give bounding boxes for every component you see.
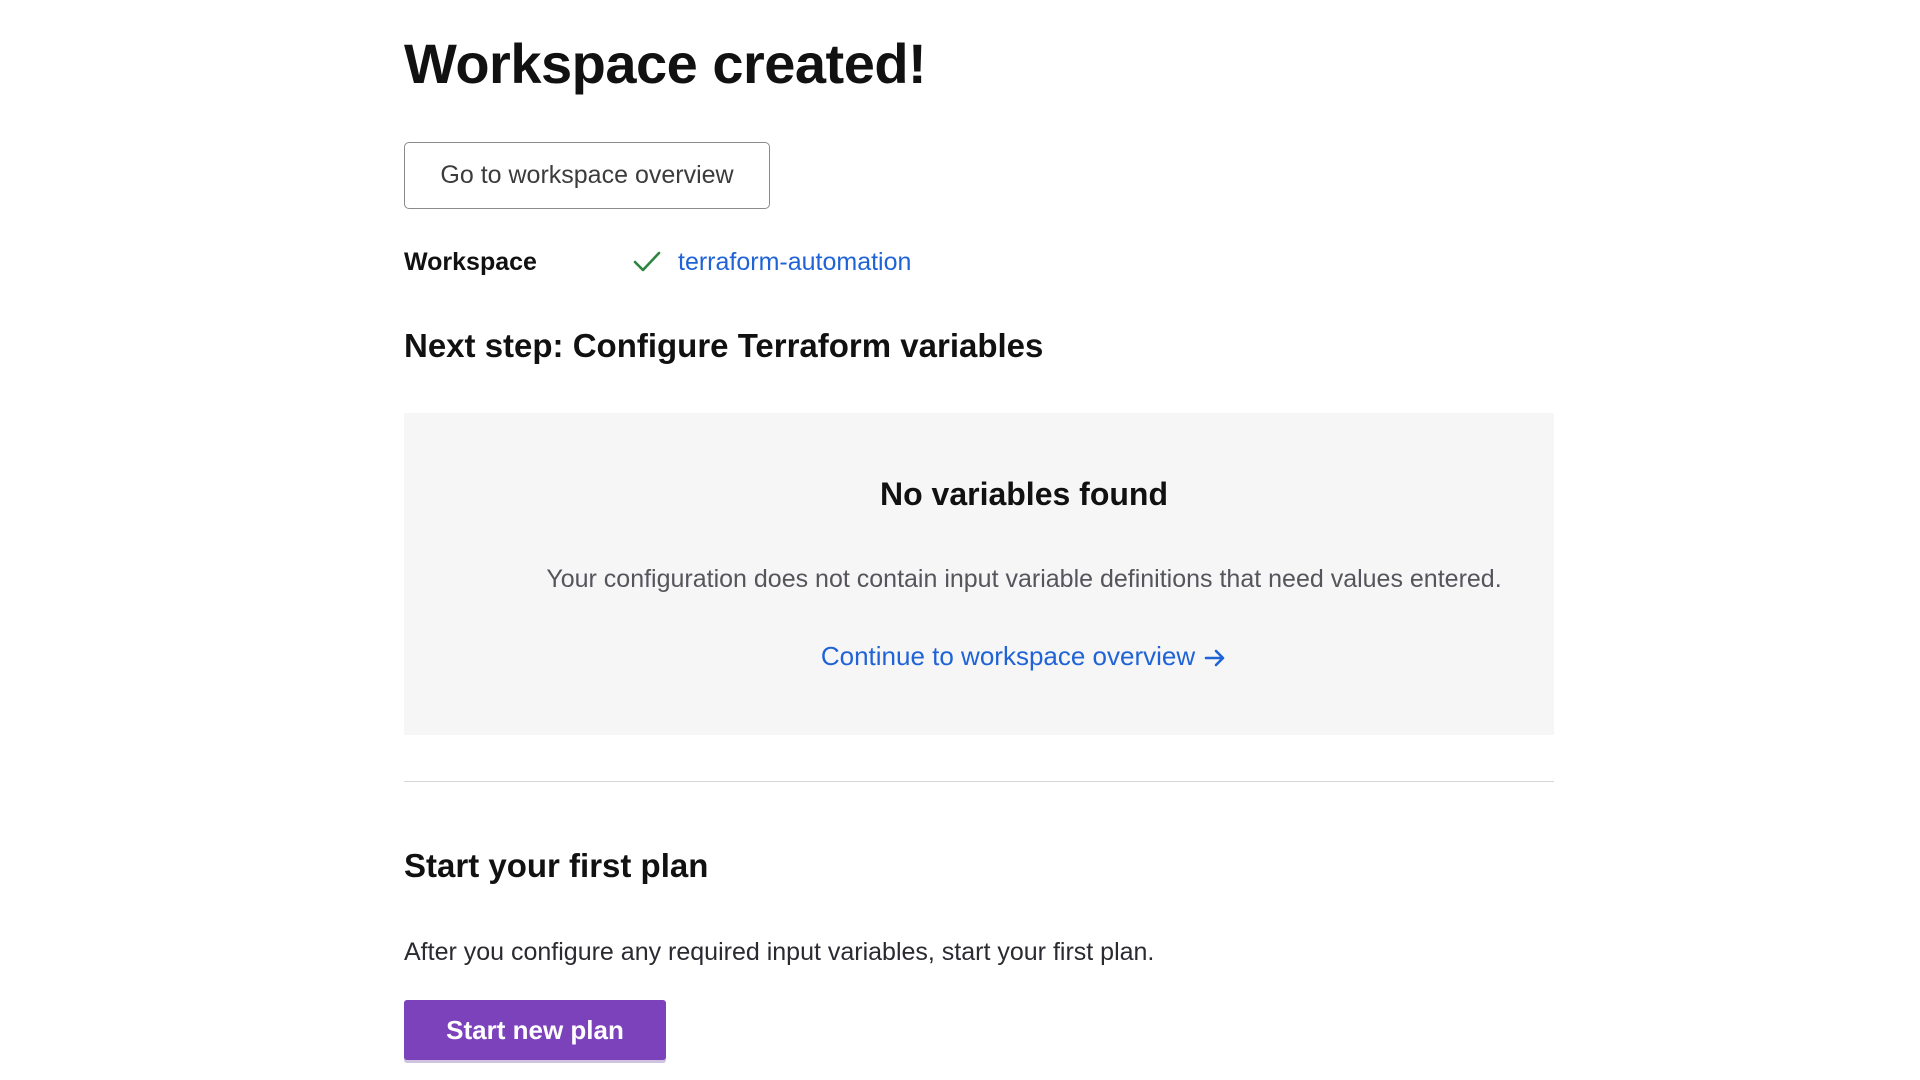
check-icon xyxy=(633,251,661,272)
next-step-heading: Next step: Configure Terraform variables xyxy=(404,327,1044,364)
no-variables-panel: No variables found Your configuration do… xyxy=(404,413,1554,735)
arrow-right-icon xyxy=(1204,649,1225,667)
workspace-name-link[interactable]: terraform-automation xyxy=(678,244,911,280)
continue-link-label: Continue to workspace overview xyxy=(820,641,1196,671)
start-new-plan-button[interactable]: Start new plan xyxy=(404,1000,666,1060)
no-variables-title: No variables found xyxy=(879,476,1169,512)
section-divider xyxy=(404,781,1554,782)
page-title: Workspace created! xyxy=(404,32,927,95)
go-to-workspace-overview-button[interactable]: Go to workspace overview xyxy=(404,142,770,209)
workspace-row: Workspace terraform-automation xyxy=(404,244,1204,280)
start-first-plan-heading: Start your first plan xyxy=(404,847,709,884)
continue-to-workspace-overview-link[interactable]: Continue to workspace overview xyxy=(404,638,1644,674)
no-variables-description: Your configuration does not contain inpu… xyxy=(546,565,1502,593)
workspace-label: Workspace xyxy=(404,248,537,276)
start-first-plan-description: After you configure any required input v… xyxy=(404,938,1155,966)
